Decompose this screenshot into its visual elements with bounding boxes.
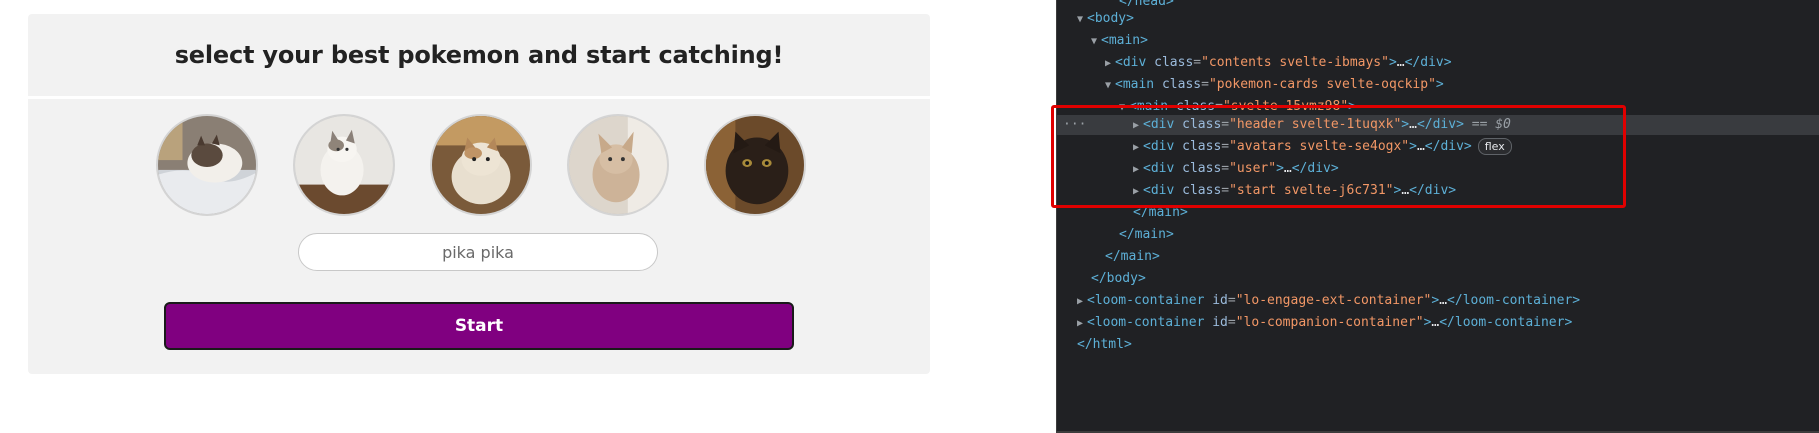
dom-line-loom-companion[interactable]: ▶ <loom-container id="lo-companion-contai… bbox=[1057, 313, 1819, 333]
collapse-arrow-icon[interactable]: ▼ bbox=[1105, 76, 1115, 96]
start-button[interactable]: Start bbox=[164, 302, 794, 350]
flex-badge[interactable]: flex bbox=[1477, 138, 1512, 155]
dom-line-pokemon-cards[interactable]: ▼ <main class="pokemon-cards svelte-oqcki… bbox=[1057, 75, 1819, 95]
cat-photo-3 bbox=[432, 116, 530, 214]
cat-photo-2 bbox=[295, 116, 393, 214]
header: select your best pokemon and start catch… bbox=[28, 14, 930, 99]
page-title: select your best pokemon and start catch… bbox=[174, 41, 784, 69]
pokemon-card-panel: select your best pokemon and start catch… bbox=[28, 14, 930, 374]
dom-line-main[interactable]: ▼ <main> bbox=[1057, 31, 1819, 51]
dom-line-contents[interactable]: ▶ <div class="contents svelte-ibmays">…</… bbox=[1057, 53, 1819, 73]
avatars-row bbox=[156, 114, 806, 222]
expand-arrow-icon[interactable]: ▶ bbox=[1133, 160, 1143, 180]
dom-line-avatars[interactable]: ▶ <div class="avatars svelte-se4ogx">…</d… bbox=[1057, 137, 1819, 157]
cat-avatar-2[interactable] bbox=[293, 114, 395, 216]
expand-arrow-icon[interactable]: ▶ bbox=[1133, 182, 1143, 202]
expand-arrow-icon[interactable]: ▶ bbox=[1133, 138, 1143, 158]
devtools-elements-panel: </head> ▼ <body> ▼ <main> ▶ <div class="con… bbox=[1056, 0, 1819, 433]
dom-line-user[interactable]: ▶ <div class="user">…</div> bbox=[1057, 159, 1819, 179]
expand-arrow-icon[interactable]: ▶ bbox=[1077, 314, 1087, 334]
cat-photo-1 bbox=[158, 116, 256, 214]
selected-marker: == $0 bbox=[1471, 117, 1511, 132]
dom-line-html-close[interactable]: </html> bbox=[1057, 335, 1819, 355]
dom-line-svelte-main[interactable]: ▼ <main class="svelte-15vmz98"> bbox=[1057, 97, 1819, 117]
cat-avatar-1[interactable] bbox=[156, 114, 258, 216]
dom-line-main-close-2[interactable]: </main> bbox=[1057, 225, 1819, 245]
dom-line-main-close-1[interactable]: </main> bbox=[1057, 203, 1819, 223]
expand-arrow-icon[interactable]: ▶ bbox=[1077, 292, 1087, 312]
dom-line-body[interactable]: ▼ <body> bbox=[1057, 9, 1819, 29]
dom-line-main-close-3[interactable]: </main> bbox=[1057, 247, 1819, 267]
cat-avatar-5[interactable] bbox=[704, 114, 806, 216]
collapse-arrow-icon[interactable]: ▼ bbox=[1077, 10, 1087, 30]
dom-line-header[interactable]: ··· ▶ <div class="header svelte-1tuqxk">…… bbox=[1057, 115, 1819, 135]
expand-arrow-icon[interactable]: ▶ bbox=[1105, 54, 1115, 74]
cat-photo-5 bbox=[706, 116, 804, 214]
cat-avatar-4[interactable] bbox=[567, 114, 669, 216]
expand-arrow-icon[interactable]: ▶ bbox=[1133, 116, 1143, 136]
dom-line-start[interactable]: ▶ <div class="start svelte-j6c731">…</div… bbox=[1057, 181, 1819, 201]
dom-line-loom-engage[interactable]: ▶ <loom-container id="lo-engage-ext-conta… bbox=[1057, 291, 1819, 311]
cat-avatar-3[interactable] bbox=[430, 114, 532, 216]
cat-photo-4 bbox=[569, 116, 667, 214]
dom-line-body-close[interactable]: </body> bbox=[1057, 269, 1819, 289]
collapse-arrow-icon[interactable]: ▼ bbox=[1091, 32, 1101, 52]
more-dots-icon[interactable]: ··· bbox=[1063, 115, 1086, 135]
username-input[interactable] bbox=[298, 233, 658, 271]
